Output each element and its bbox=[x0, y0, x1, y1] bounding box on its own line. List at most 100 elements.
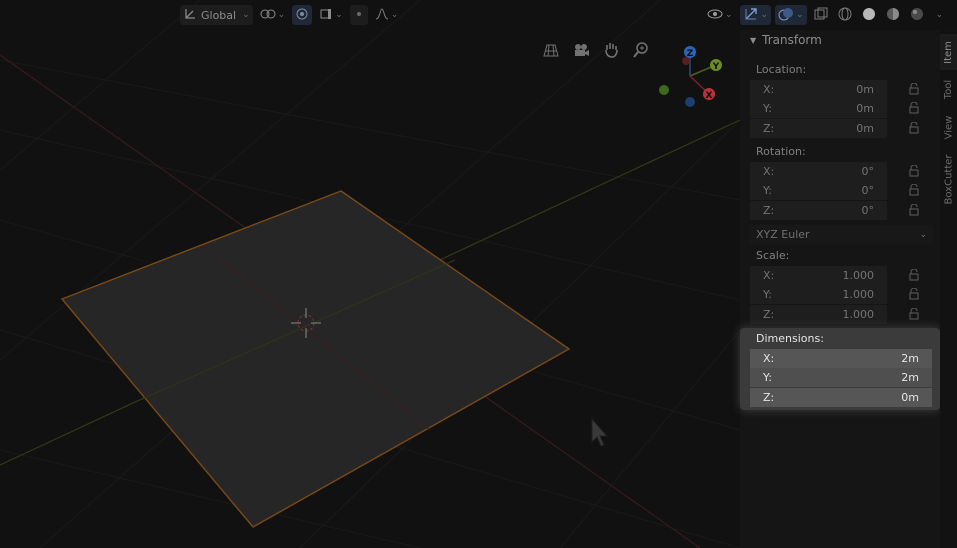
tab-tool-label: Tool bbox=[943, 79, 954, 99]
chevron-down-icon: ⌄ bbox=[277, 10, 286, 20]
scale-y-field[interactable]: Y: 1.000 bbox=[750, 285, 887, 304]
field-axis-label: X: bbox=[763, 269, 775, 282]
transform-panel-title: Transform bbox=[762, 33, 822, 47]
shading-material-button[interactable] bbox=[883, 5, 903, 25]
field-axis-label: Y: bbox=[763, 184, 772, 197]
lock-icon[interactable] bbox=[908, 102, 920, 114]
xray-toggle[interactable] bbox=[811, 5, 831, 25]
shading-wireframe-button[interactable] bbox=[835, 5, 855, 25]
dimensions-x-field[interactable]: X: 2m bbox=[750, 349, 932, 368]
shading-options-dropdown[interactable]: ⌄ bbox=[931, 5, 947, 25]
field-value: 2m bbox=[901, 352, 919, 365]
grid-view-icon bbox=[542, 42, 560, 61]
shading-rendered-button[interactable] bbox=[907, 5, 927, 25]
pan-view-button[interactable] bbox=[599, 40, 623, 62]
field-value: 2m bbox=[901, 371, 919, 384]
rotation-y-field[interactable]: Y: 0° bbox=[750, 181, 887, 200]
header-left-tools: Global ⌄ ⌄ ⌄ ⌄ bbox=[180, 4, 401, 26]
gizmo-neg-z-ball bbox=[685, 97, 695, 107]
sidebar-properties-panel: ▼ Transform Location: X: 0m Y: 0m Z: 0m Rot… bbox=[740, 30, 940, 548]
pivot-point-icon bbox=[260, 7, 276, 24]
location-y-field[interactable]: Y: 0m bbox=[750, 99, 887, 118]
lock-icon[interactable] bbox=[908, 308, 920, 320]
field-value: 0m bbox=[856, 102, 874, 115]
gizmo-toggle-icon bbox=[743, 6, 759, 25]
chevron-down-icon: ⌄ bbox=[725, 10, 733, 20]
tab-tool[interactable]: Tool bbox=[940, 72, 957, 106]
field-value: 0m bbox=[856, 83, 874, 96]
3d-viewport[interactable]: Global ⌄ ⌄ ⌄ ⌄ ⌄ ⌄ ⌄ ⌄ Z Y X ▼ Transform… bbox=[0, 0, 957, 548]
lock-icon[interactable] bbox=[908, 122, 920, 134]
overlay-toggle[interactable]: ⌄ bbox=[775, 5, 807, 25]
scale-x-field[interactable]: X: 1.000 bbox=[750, 266, 887, 285]
chevron-down-icon: ⌄ bbox=[919, 229, 927, 240]
proportional-editing-icon bbox=[353, 8, 365, 23]
visibility-dropdown[interactable]: ⌄ bbox=[704, 5, 736, 25]
header-right-tools: ⌄ ⌄ ⌄ ⌄ bbox=[704, 4, 946, 26]
location-label: Location: bbox=[756, 63, 807, 76]
chevron-down-icon: ⌄ bbox=[242, 10, 250, 20]
camera-view-button[interactable] bbox=[569, 40, 593, 62]
field-value: 0° bbox=[861, 204, 875, 217]
dimensions-y-field[interactable]: Y: 2m bbox=[750, 368, 932, 387]
rotation-mode-value: XYZ Euler bbox=[756, 228, 810, 241]
toggle-perspective-button[interactable] bbox=[539, 40, 563, 62]
lock-icon[interactable] bbox=[908, 184, 920, 196]
lock-icon[interactable] bbox=[908, 204, 920, 216]
scale-z-field[interactable]: Z: 1.000 bbox=[750, 305, 887, 324]
chevron-down-icon: ⌄ bbox=[760, 10, 769, 20]
location-z-field[interactable]: Z: 0m bbox=[750, 119, 887, 138]
chevron-down-icon: ⌄ bbox=[935, 10, 944, 20]
pivot-point-button[interactable]: ⌄ bbox=[257, 5, 289, 25]
rotation-x-field[interactable]: X: 0° bbox=[750, 162, 887, 181]
lock-icon[interactable] bbox=[908, 165, 920, 177]
field-value: 0m bbox=[901, 391, 919, 404]
lock-icon[interactable] bbox=[908, 83, 920, 95]
proportional-falloff-dropdown[interactable]: ⌄ bbox=[372, 5, 402, 25]
gizmo-toggle[interactable]: ⌄ bbox=[739, 5, 772, 25]
shading-material-icon bbox=[886, 7, 900, 24]
location-x-field[interactable]: X: 0m bbox=[750, 80, 887, 99]
shading-wireframe-icon bbox=[838, 7, 852, 24]
pan-hand-icon bbox=[603, 41, 619, 62]
rotation-mode-dropdown[interactable]: XYZ Euler ⌄ bbox=[750, 225, 933, 244]
gizmo-y-label: Y bbox=[712, 62, 720, 72]
snap-toggle[interactable] bbox=[292, 5, 313, 25]
tab-item[interactable]: Item bbox=[940, 34, 957, 70]
dimensions-section: Dimensions: X: 2m Y: 2m Z: 0m bbox=[740, 328, 940, 410]
proportional-editing-toggle[interactable] bbox=[349, 5, 368, 25]
transform-orientation-dropdown[interactable]: Global ⌄ bbox=[180, 5, 253, 25]
snap-target-icon bbox=[319, 7, 333, 24]
gizmo-neg-y-ball bbox=[659, 85, 669, 95]
snap-target-dropdown[interactable]: ⌄ bbox=[316, 5, 346, 25]
chevron-down-icon: ⌄ bbox=[335, 10, 343, 20]
dimensions-z-field[interactable]: Z: 0m bbox=[750, 388, 932, 407]
transform-orientation-label: Global bbox=[201, 8, 237, 22]
dimensions-label: Dimensions: bbox=[756, 332, 824, 345]
lock-icon[interactable] bbox=[908, 269, 920, 281]
orientation-gizmo[interactable]: Z Y X bbox=[650, 40, 730, 112]
rotation-z-field[interactable]: Z: 0° bbox=[750, 201, 887, 220]
gizmo-x-label: X bbox=[706, 91, 713, 101]
tab-boxcutter[interactable]: BoxCutter bbox=[940, 148, 957, 210]
transform-panel-header[interactable]: ▼ Transform bbox=[750, 33, 822, 47]
snap-icon bbox=[295, 7, 309, 24]
chevron-down-icon: ⌄ bbox=[390, 10, 399, 20]
zoom-icon bbox=[633, 41, 649, 61]
field-axis-label: Z: bbox=[763, 122, 775, 135]
collapse-triangle-icon: ▼ bbox=[750, 35, 757, 45]
lock-icon[interactable] bbox=[908, 288, 920, 300]
field-axis-label: Z: bbox=[763, 204, 775, 217]
tab-view[interactable]: View bbox=[940, 110, 957, 144]
chevron-down-icon: ⌄ bbox=[796, 10, 804, 20]
camera-icon bbox=[572, 42, 590, 61]
shading-solid-button[interactable] bbox=[859, 5, 879, 25]
shading-rendered-icon bbox=[910, 7, 924, 24]
xray-toggle-icon bbox=[814, 7, 828, 24]
field-value: 0° bbox=[861, 184, 875, 197]
field-axis-label: X: bbox=[763, 165, 775, 178]
field-value: 0m bbox=[856, 122, 874, 135]
visibility-icon bbox=[707, 8, 723, 23]
tab-item-label: Item bbox=[943, 40, 955, 64]
field-axis-label: X: bbox=[763, 83, 775, 96]
